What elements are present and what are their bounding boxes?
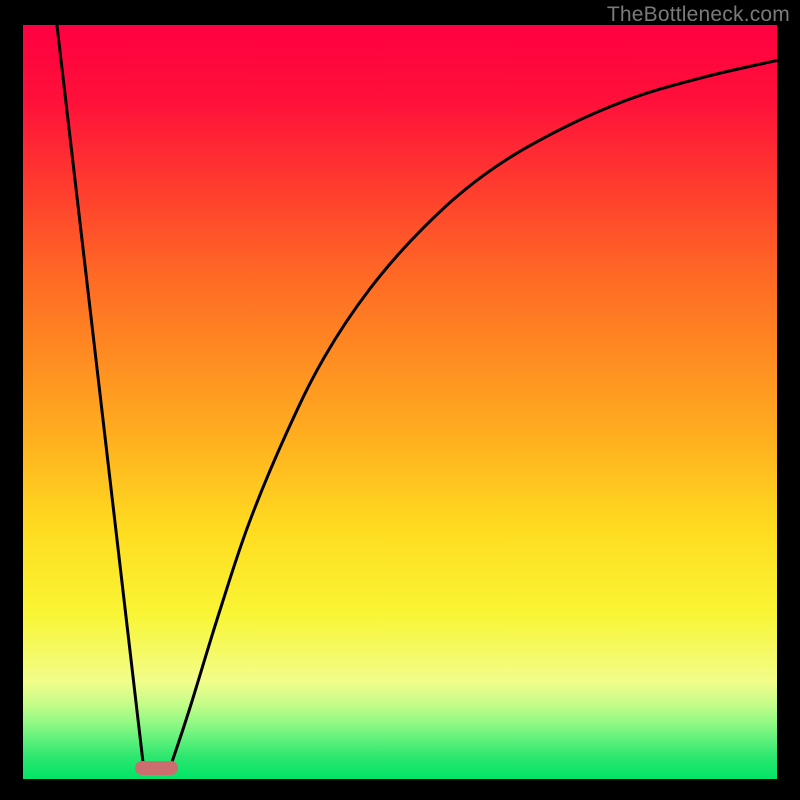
curve-path <box>57 25 777 768</box>
minimum-marker <box>135 761 179 775</box>
plot-area <box>23 25 777 779</box>
chart-curve <box>23 25 777 779</box>
watermark-text: TheBottleneck.com <box>607 3 790 27</box>
